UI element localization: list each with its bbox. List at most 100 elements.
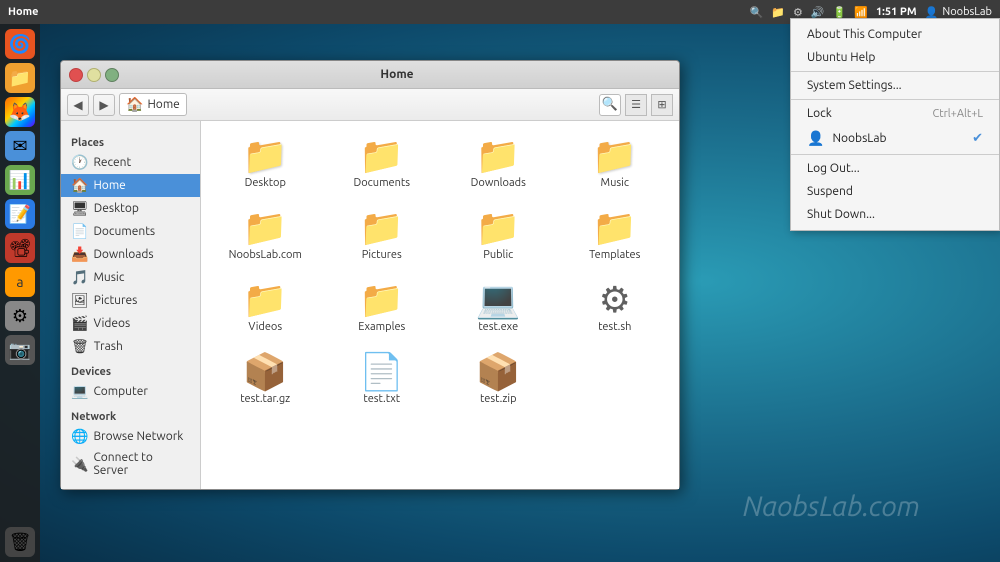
menu-item-logout[interactable]: Log Out... <box>791 157 999 180</box>
pictures-folder-icon: 📁 <box>359 209 404 245</box>
sidebar-item-connect-server[interactable]: 🔌 Connect to Server <box>61 448 200 480</box>
window-minimize-button[interactable] <box>87 68 101 82</box>
sidebar-item-videos[interactable]: 🎬 Videos <box>61 312 200 335</box>
writer-dock-icon[interactable]: 📝 <box>5 199 35 229</box>
lock-shortcut: Ctrl+Alt+L <box>933 108 983 120</box>
files-panel-icon[interactable]: 📁 <box>771 6 785 19</box>
menu-item-lock[interactable]: Lock Ctrl+Alt+L <box>791 102 999 125</box>
sidebar-item-browse-network[interactable]: 🌐 Browse Network <box>61 425 200 448</box>
file-item-testsh[interactable]: ⚙ test.sh <box>561 275 670 339</box>
sidebar-item-downloads[interactable]: 📥 Downloads <box>61 243 200 266</box>
sidebar-item-music[interactable]: 🎵 Music <box>61 266 200 289</box>
sidebar-item-trash[interactable]: 🗑 Trash <box>61 335 200 358</box>
menu-item-shutdown[interactable]: Shut Down... <box>791 203 999 226</box>
file-item-music[interactable]: 📁 Music <box>561 131 670 195</box>
downloads-folder-icon: 📁 <box>476 137 521 173</box>
testsh-file-name: test.sh <box>598 321 631 333</box>
email-dock-icon[interactable]: ✉ <box>5 131 35 161</box>
sidebar-item-documents[interactable]: 📄 Documents <box>61 220 200 243</box>
desktop-file-name: Desktop <box>245 177 286 189</box>
file-item-noobslab[interactable]: 📁 NoobsLab.com <box>211 203 320 267</box>
amazon-dock-icon[interactable]: a <box>5 267 35 297</box>
location-bar[interactable]: 🏠 Home <box>119 93 187 116</box>
menu-item-user[interactable]: 👤 NoobsLab ✔ <box>791 125 999 152</box>
documents-icon: 📄 <box>71 223 88 240</box>
sidebar-item-pictures[interactable]: 🖼 Pictures <box>61 289 200 312</box>
noobslab-file-name: NoobsLab.com <box>229 249 302 261</box>
testexe-icon: 💻 <box>476 281 521 317</box>
file-item-downloads[interactable]: 📁 Downloads <box>444 131 553 195</box>
downloads-file-name: Downloads <box>471 177 526 189</box>
network-panel-icon[interactable]: 📶 <box>854 6 868 19</box>
menu-item-ubuntu-help[interactable]: Ubuntu Help <box>791 46 999 69</box>
file-item-templates[interactable]: 📁 Templates <box>561 203 670 267</box>
sidebar-item-desktop[interactable]: 🖥 Desktop <box>61 197 200 220</box>
sidebar-item-recent[interactable]: 🕐 Recent <box>61 151 200 174</box>
menu-item-system-settings[interactable]: System Settings... <box>791 74 999 97</box>
connect-server-icon: 🔌 <box>71 456 88 473</box>
testtxt-icon: 📄 <box>359 353 404 389</box>
file-item-desktop[interactable]: 📁 Desktop <box>211 131 320 195</box>
window-close-button[interactable] <box>69 68 83 82</box>
grid-view-button[interactable]: ⊞ <box>651 94 673 116</box>
window-maximize-button[interactable] <box>105 68 119 82</box>
file-grid: 📁 Desktop 📁 Documents 📁 Downloads 📁 Musi… <box>211 131 669 411</box>
window-content: Places 🕐 Recent 🏠 Home 🖥 Desktop 📄 Docum… <box>61 121 679 489</box>
settings-panel-icon[interactable]: ⚙ <box>793 6 803 19</box>
menu-item-about[interactable]: About This Computer <box>791 23 999 46</box>
sidebar-item-computer[interactable]: 💻 Computer <box>61 380 200 403</box>
trash-label: Trash <box>94 340 123 353</box>
trash-sidebar-icon: 🗑 <box>71 338 89 355</box>
sidebar: Places 🕐 Recent 🏠 Home 🖥 Desktop 📄 Docum… <box>61 121 201 489</box>
public-file-name: Public <box>483 249 513 261</box>
file-item-public[interactable]: 📁 Public <box>444 203 553 267</box>
testzip-icon: 📦 <box>476 353 521 389</box>
testtargz-file-name: test.tar.gz <box>240 393 290 405</box>
panel-user-area[interactable]: 👤 NoobsLab <box>925 6 992 19</box>
file-item-pictures[interactable]: 📁 Pictures <box>328 203 437 267</box>
home-icon: 🏠 <box>71 177 88 194</box>
documents-file-name: Documents <box>353 177 410 189</box>
videos-folder-icon: 📁 <box>243 281 288 317</box>
file-item-videos[interactable]: 📁 Videos <box>211 275 320 339</box>
battery-panel-icon[interactable]: 🔋 <box>833 6 847 19</box>
file-item-testzip[interactable]: 📦 test.zip <box>444 347 553 411</box>
camera-dock-icon[interactable]: 📷 <box>5 335 35 365</box>
menu-separator-1 <box>791 71 999 72</box>
location-text: Home <box>147 98 179 111</box>
impress-dock-icon[interactable]: 📽 <box>5 233 35 263</box>
menu-item-suspend[interactable]: Suspend <box>791 180 999 203</box>
settings-dock-icon[interactable]: ⚙ <box>5 301 35 331</box>
panel-username: NoobsLab <box>942 6 992 18</box>
file-item-testtxt[interactable]: 📄 test.txt <box>328 347 437 411</box>
desktop-icon: 🖥 <box>71 200 89 217</box>
desktop: Home 🔍 📁 ⚙ 🔊 🔋 📶 1:51 PM 👤 NoobsLab Abou… <box>0 0 1000 562</box>
files-dock-icon[interactable]: 📁 <box>5 63 35 93</box>
top-panel: Home 🔍 📁 ⚙ 🔊 🔋 📶 1:51 PM 👤 NoobsLab Abou… <box>0 0 1000 24</box>
examples-folder-icon: 📁 <box>359 281 404 317</box>
search-panel-icon[interactable]: 🔍 <box>750 6 764 19</box>
file-item-documents[interactable]: 📁 Documents <box>328 131 437 195</box>
file-item-examples[interactable]: 📁 Examples <box>328 275 437 339</box>
places-header: Places <box>61 133 200 151</box>
file-item-testexe[interactable]: 💻 test.exe <box>444 275 553 339</box>
list-view-button[interactable]: ☰ <box>625 94 647 116</box>
left-dock: 🌀 📁 🦊 ✉ 📊 📝 📽 a ⚙ 📷 🗑 <box>0 24 40 562</box>
volume-panel-icon[interactable]: 🔊 <box>811 6 825 19</box>
sidebar-item-home[interactable]: 🏠 Home <box>61 174 200 197</box>
search-button[interactable]: 🔍 <box>599 94 621 116</box>
user-dropdown-menu: About This Computer Ubuntu Help System S… <box>790 18 1000 231</box>
videos-icon: 🎬 <box>71 315 88 332</box>
file-item-testtargz[interactable]: 📦 test.tar.gz <box>211 347 320 411</box>
computer-icon: 💻 <box>71 383 88 400</box>
user-menu-icon: 👤 <box>807 130 824 147</box>
calc-dock-icon[interactable]: 📊 <box>5 165 35 195</box>
ubuntu-dock-icon[interactable]: 🌀 <box>5 29 35 59</box>
file-manager-window: Home ◀ ▶ 🏠 Home 🔍 ☰ ⊞ Places 🕐 Recent <box>60 60 680 490</box>
back-button[interactable]: ◀ <box>67 94 89 116</box>
forward-button[interactable]: ▶ <box>93 94 115 116</box>
trash-dock-icon[interactable]: 🗑 <box>5 527 35 557</box>
templates-folder-icon: 📁 <box>592 209 637 245</box>
menu-separator-3 <box>791 154 999 155</box>
firefox-dock-icon[interactable]: 🦊 <box>5 97 35 127</box>
